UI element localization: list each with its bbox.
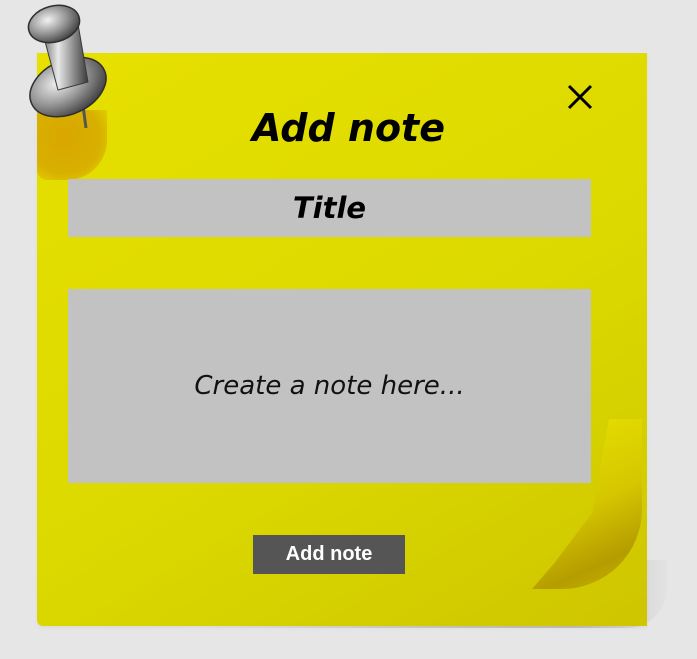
dialog-title: Add note [252,106,445,150]
note-body-textarea[interactable]: Create a note here... [68,289,591,483]
add-note-button[interactable]: Add note [253,535,405,574]
note-body-placeholder: Create a note here... [194,371,465,401]
title-input-placeholder: Title [292,191,367,225]
title-input[interactable]: Title [68,179,591,237]
